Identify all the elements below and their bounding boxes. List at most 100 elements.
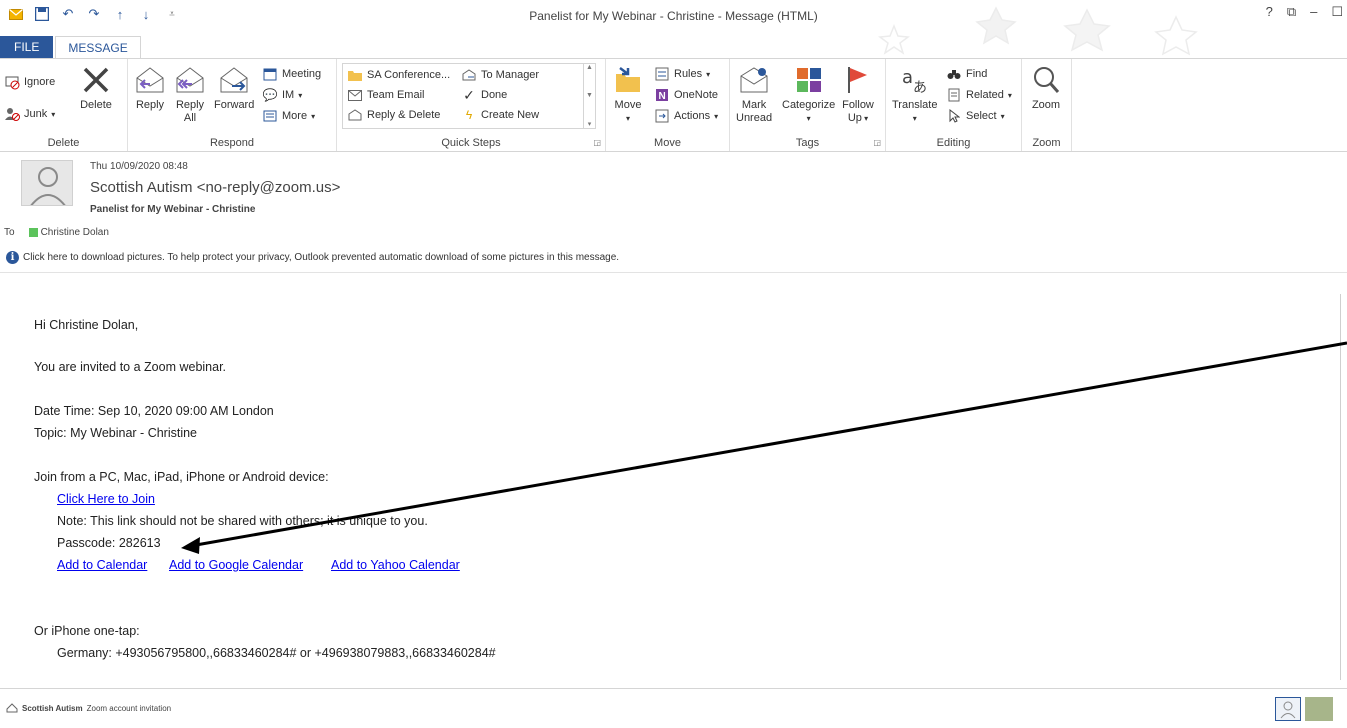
folder-icon (347, 67, 363, 83)
ignore-icon (4, 74, 20, 90)
help-button[interactable]: ? (1266, 4, 1273, 20)
group-label-delete: Delete (47, 137, 80, 149)
cursor-icon (946, 108, 962, 124)
qs-create-new[interactable]: ϟ Create New (461, 106, 539, 124)
im-icon: 💬 (262, 88, 278, 102)
flag-icon (842, 63, 874, 97)
qs-team-email[interactable]: Team Email (347, 86, 424, 104)
topic-text: Topic: My Webinar - Christine (34, 426, 198, 440)
related-button[interactable]: Related ▾ (946, 86, 1012, 104)
more-button[interactable]: More ▾ (262, 107, 315, 125)
quick-steps-launcher-icon[interactable]: ◲ (593, 138, 601, 147)
mark-unread-button[interactable]: Mark Unread (736, 63, 772, 125)
mark-unread-icon (738, 63, 770, 97)
scroll-down-icon[interactable]: ▼ (586, 92, 593, 99)
forward-mail-icon (461, 67, 477, 83)
tab-message[interactable]: MESSAGE (55, 36, 141, 58)
title-bar: ↶ ↷ ↑ ↓ ⩡ Panelist for My Webinar - Chri… (0, 0, 1347, 56)
select-button[interactable]: Select ▾ (946, 107, 1005, 125)
group-tags: Mark Unread Categorize ▾ Follow Up ▾ Tag… (730, 59, 886, 151)
note-text: Note: This link should not be shared wit… (57, 514, 428, 528)
zoom-button[interactable]: Zoom (1030, 63, 1062, 112)
forward-icon (218, 63, 250, 97)
email-icon (347, 87, 363, 103)
forward-button[interactable]: Forward (214, 63, 254, 112)
more-icon (262, 108, 278, 124)
scroll-up-icon[interactable]: ▲ (586, 64, 593, 71)
download-pictures-infobar[interactable]: i Click here to download pictures. To he… (0, 247, 1347, 267)
add-to-calendar-link[interactable]: Add to Calendar (57, 558, 147, 572)
categorize-icon (793, 63, 825, 97)
lightning-icon: ϟ (465, 108, 473, 122)
tags-launcher-icon[interactable]: ◲ (873, 138, 881, 147)
ignore-button[interactable]: Ignore (4, 73, 55, 91)
meeting-button[interactable]: Meeting (262, 65, 321, 83)
maximize-button[interactable]: ☐ (1331, 4, 1343, 20)
status-text: Zoom account invitation (86, 703, 172, 713)
qs-to-manager[interactable]: To Manager (461, 66, 539, 84)
group-editing: aあ Translate ▾ Find Related ▾ Select ▾ Edi… (886, 59, 1022, 151)
message-body: Hi Christine Dolan, You are invited to a… (0, 282, 1340, 684)
qs-reply-delete[interactable]: Reply & Delete (347, 106, 440, 124)
datetime-text: Date Time: Sep 10, 2020 09:00 AM London (34, 404, 274, 418)
group-quick-steps: SA Conference... Team Email Reply & Dele… (337, 59, 606, 151)
message-subject: Panelist for My Webinar - Christine (90, 204, 256, 215)
message-date: Thu 10/09/2020 08:48 (90, 161, 188, 172)
svg-text:a: a (902, 67, 913, 88)
translate-button[interactable]: aあ Translate ▾ (892, 63, 937, 125)
actions-button[interactable]: Actions ▾ (654, 107, 718, 125)
qs-done[interactable]: ✓ Done (461, 86, 507, 104)
message-header: Thu 10/09/2020 08:48 Scottish Autism <no… (0, 152, 1347, 272)
move-button[interactable]: Move ▾ (612, 63, 644, 125)
onenote-icon: N (654, 87, 670, 103)
ribbon-display-button[interactable]: ⧉ (1287, 4, 1296, 20)
people-icon (6, 701, 18, 715)
reply-all-button[interactable]: Reply All (174, 63, 206, 125)
delete-x-icon (80, 63, 112, 97)
window-controls: ? ⧉ – ☐ (1266, 4, 1347, 20)
group-delete: Ignore Junk ▾ Delete Delete (0, 59, 128, 151)
reply-button[interactable]: Reply (134, 63, 166, 112)
sender-avatar[interactable] (21, 160, 73, 206)
contact-avatar-icon[interactable] (1275, 697, 1301, 721)
calendar-icon (262, 66, 278, 82)
recipient-name[interactable]: Christine Dolan (41, 227, 109, 238)
ribbon-tabs: FILE MESSAGE (0, 36, 141, 58)
svg-text:N: N (659, 91, 666, 102)
message-from[interactable]: Scottish Autism <no-reply@zoom.us> (90, 179, 340, 196)
person-icon (30, 167, 66, 205)
add-to-yahoo-calendar-link[interactable]: Add to Yahoo Calendar (331, 558, 460, 572)
delete-button[interactable]: Delete (80, 63, 112, 112)
related-icon (946, 87, 962, 103)
minimize-button[interactable]: – (1310, 4, 1317, 20)
window-title: Panelist for My Webinar - Christine - Me… (529, 9, 818, 23)
qs-sa-conference[interactable]: SA Conference... (347, 66, 450, 84)
add-to-google-calendar-link[interactable]: Add to Google Calendar (169, 558, 303, 572)
junk-button[interactable]: Junk ▾ (4, 105, 55, 123)
people-pane-summary[interactable]: Scottish Autism Zoom account invitation (6, 701, 171, 715)
status-sender: Scottish Autism (22, 703, 83, 713)
people-thumbnails (1275, 697, 1333, 721)
group-zoom: Zoom Zoom (1022, 59, 1072, 151)
find-button[interactable]: Find (946, 65, 987, 83)
infobar-text: Click here to download pictures. To help… (23, 251, 620, 263)
body-scrollbar[interactable] (1340, 294, 1347, 680)
contact-photo[interactable] (1305, 697, 1333, 721)
germany-numbers-text: Germany: +493056795800,,66833460284# or … (57, 646, 496, 660)
group-label-zoom: Zoom (1032, 137, 1061, 149)
join-link[interactable]: Click Here to Join (57, 492, 155, 506)
expand-gallery-icon[interactable]: ▾ (588, 120, 592, 128)
quick-steps-scroll[interactable]: ▲ ▼ ▾ (583, 64, 595, 128)
tab-file[interactable]: FILE (0, 36, 54, 58)
categorize-button[interactable]: Categorize ▾ (782, 63, 835, 125)
junk-icon (4, 106, 20, 122)
group-label-editing: Editing (936, 137, 971, 149)
to-label: To (4, 227, 15, 238)
im-button[interactable]: 💬 IM ▾ (262, 86, 303, 104)
rules-icon (654, 66, 670, 82)
onenote-button[interactable]: N OneNote (654, 86, 718, 104)
group-move: Move ▾ Rules ▾ N OneNote Actions ▾ Move (606, 59, 730, 151)
follow-up-button[interactable]: Follow Up ▾ (842, 63, 874, 125)
rules-button[interactable]: Rules ▾ (654, 65, 710, 83)
invite-text: You are invited to a Zoom webinar. (34, 360, 227, 374)
